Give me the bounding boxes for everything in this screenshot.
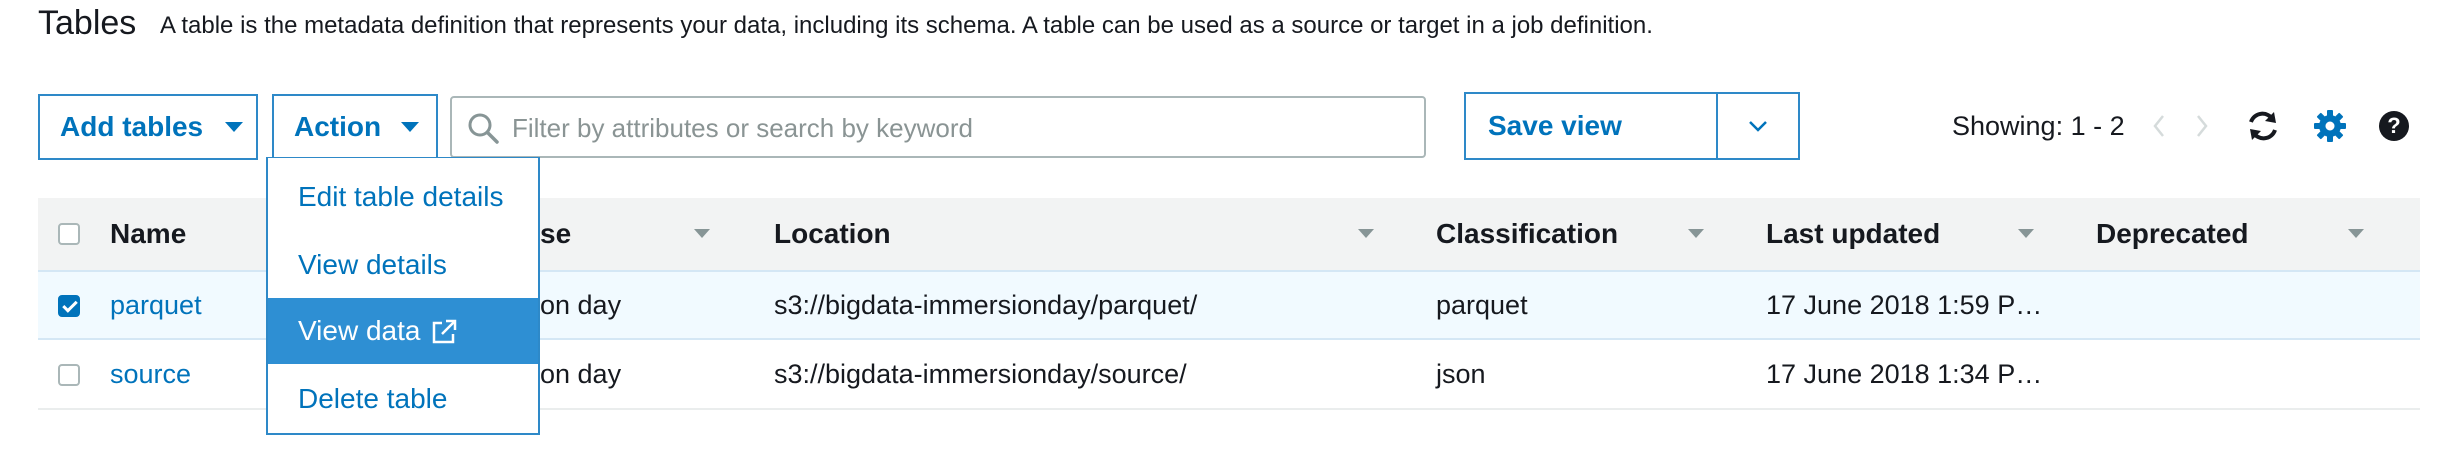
cell-classification: json: [1436, 359, 1486, 389]
cell-location: s3://bigdata-immersionday/source/: [774, 359, 1187, 389]
save-view-label: Save view: [1488, 110, 1622, 141]
chevron-down-icon: [1749, 121, 1767, 132]
menu-item-delete-table[interactable]: Delete table: [268, 366, 538, 432]
sort-icon[interactable]: [2018, 229, 2034, 238]
column-header-classification[interactable]: Classification: [1436, 218, 1618, 250]
menu-item-label: View data: [298, 315, 421, 346]
search-box: [450, 96, 1426, 158]
gear-icon[interactable]: [2312, 108, 2348, 144]
caret-down-icon: [401, 122, 420, 132]
pagination-status: Showing: 1 - 2: [1952, 111, 2125, 141]
add-tables-label: Add tables: [60, 111, 204, 142]
page-description: A table is the metadata definition that …: [160, 12, 1653, 39]
sort-icon[interactable]: [1358, 229, 1374, 238]
menu-item-label: Edit table details: [298, 181, 504, 212]
caret-down-icon: [225, 122, 244, 132]
cell-database: on day: [540, 290, 622, 320]
sort-icon[interactable]: [1688, 229, 1704, 238]
chevron-left-icon[interactable]: [2150, 112, 2168, 140]
menu-item-view-details[interactable]: View details: [268, 232, 538, 298]
add-tables-button[interactable]: Add tables: [38, 94, 258, 160]
chevron-right-icon[interactable]: [2193, 112, 2211, 140]
menu-item-view-data[interactable]: View data: [268, 298, 538, 364]
column-header-last-updated[interactable]: Last updated: [1766, 218, 1940, 250]
row-checkbox[interactable]: [58, 295, 80, 317]
svg-text:?: ?: [2387, 113, 2400, 138]
help-icon[interactable]: ?: [2378, 110, 2410, 142]
save-view-button[interactable]: Save view: [1464, 92, 1718, 160]
cell-classification: parquet: [1436, 290, 1528, 320]
select-all-checkbox[interactable]: [58, 223, 80, 245]
table-name-link[interactable]: parquet: [110, 290, 202, 321]
search-icon: [468, 113, 499, 144]
action-label: Action: [294, 111, 382, 142]
refresh-icon[interactable]: [2245, 108, 2281, 144]
table-name-link[interactable]: source: [110, 359, 191, 390]
cell-last-updated: 17 June 2018 1:59 P…: [1766, 290, 2043, 320]
menu-item-label: Delete table: [298, 383, 448, 414]
menu-item-label: View details: [298, 249, 447, 280]
cell-database: on day: [540, 359, 622, 389]
search-input[interactable]: [510, 98, 1414, 158]
save-view-dropdown-button[interactable]: [1716, 92, 1800, 160]
cell-last-updated: 17 June 2018 1:34 P…: [1766, 359, 2043, 389]
column-header-name[interactable]: Name: [110, 218, 186, 250]
column-header-location[interactable]: Location: [774, 218, 891, 250]
cell-location: s3://bigdata-immersionday/parquet/: [774, 290, 1198, 320]
column-header-database[interactable]: se: [540, 218, 571, 250]
external-link-icon: [432, 319, 457, 344]
sort-icon[interactable]: [694, 229, 710, 238]
page-title: Tables: [38, 4, 137, 42]
action-menu: Edit table details View details View dat…: [266, 157, 540, 435]
sort-icon[interactable]: [2348, 229, 2364, 238]
row-checkbox[interactable]: [58, 364, 80, 386]
menu-item-edit-table-details[interactable]: Edit table details: [268, 164, 538, 230]
column-header-deprecated[interactable]: Deprecated: [2096, 218, 2249, 250]
action-button[interactable]: Action: [272, 94, 438, 160]
